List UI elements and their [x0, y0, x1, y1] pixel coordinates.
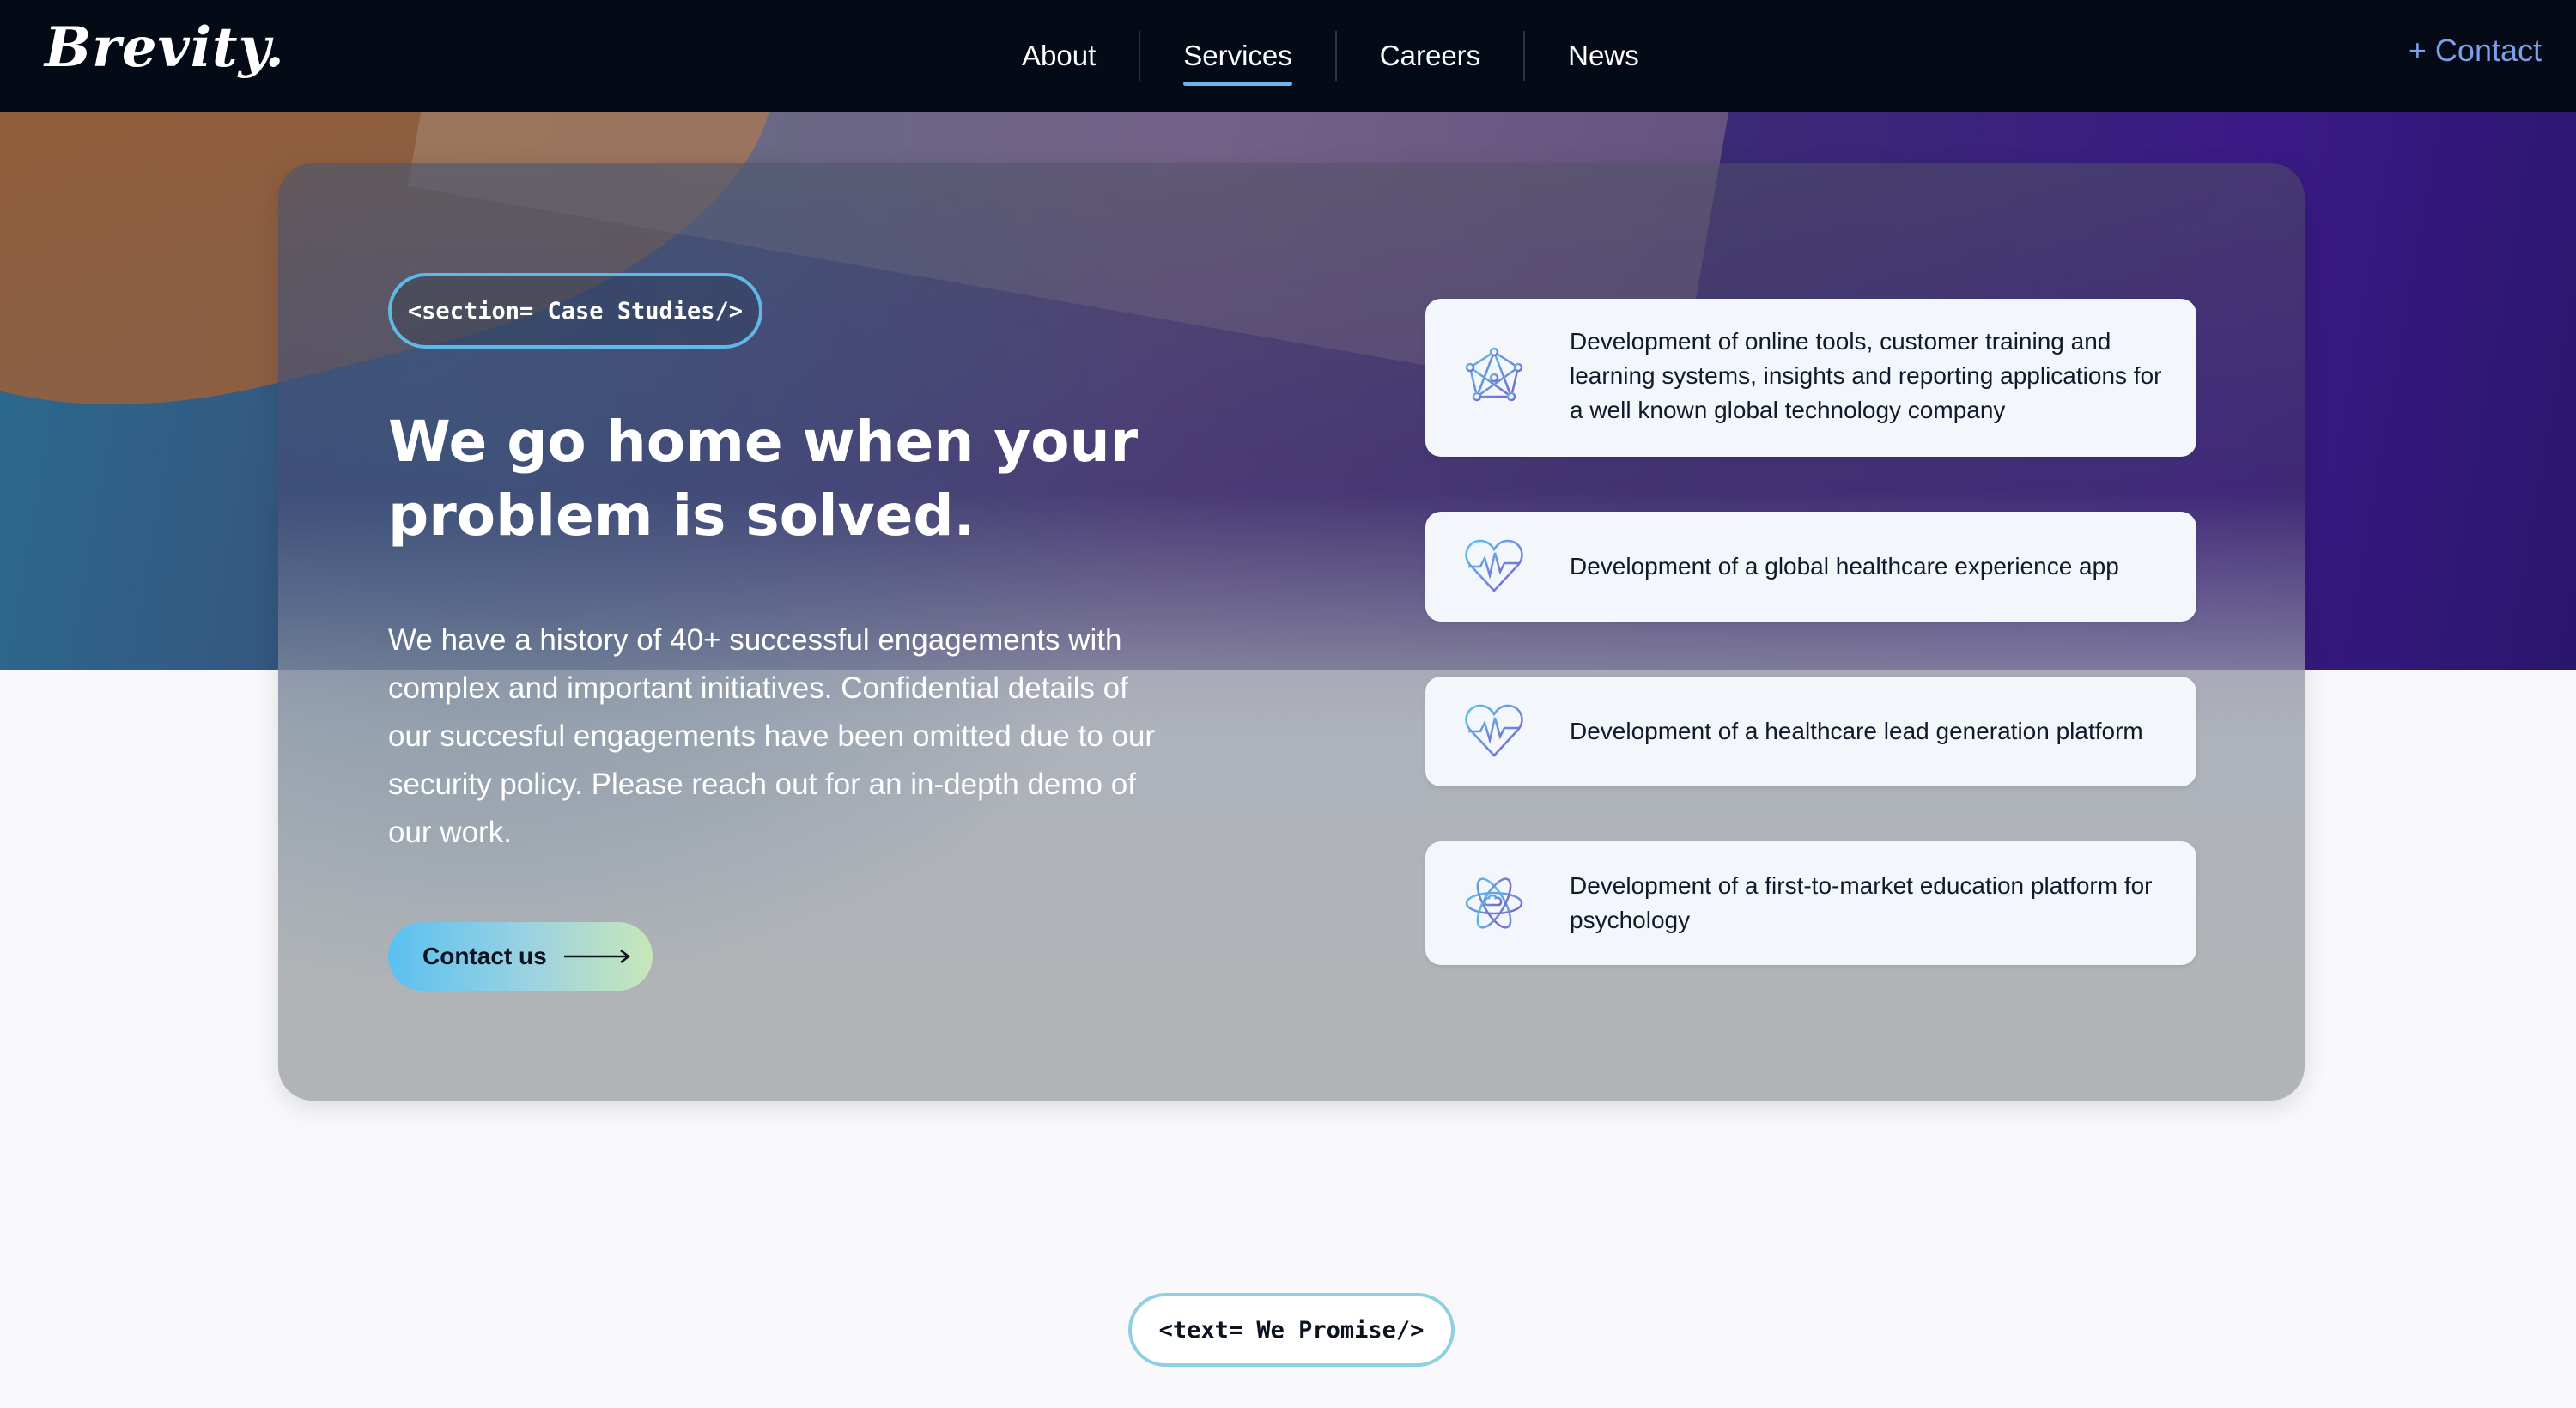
case-study-text: Development of a first-to-market educati…: [1570, 872, 2153, 933]
intro-paragraph: We have a history of 40+ successful enga…: [388, 623, 1156, 849]
top-navigation: Brevity. About Services Careers News + C…: [0, 0, 2576, 112]
case-study-text: Development of a healthcare lead generat…: [1570, 718, 2143, 744]
headline-line-2: problem is solved.: [388, 482, 975, 549]
nav-link-careers[interactable]: Careers: [1337, 39, 1523, 72]
arrow-right-icon: [563, 950, 630, 963]
nav-link-news[interactable]: News: [1525, 39, 1682, 72]
section-tag: <section= Case Studies/>: [388, 273, 762, 349]
case-study-item[interactable]: Development of a first-to-market educati…: [1425, 841, 2196, 965]
heartbeat-icon: [1465, 539, 1523, 592]
contact-link[interactable]: + Contact: [2409, 33, 2542, 69]
atom-brain-icon: [1465, 877, 1523, 929]
nav-link-about[interactable]: About: [979, 39, 1139, 72]
case-study-text: Development of a global healthcare exper…: [1570, 553, 2119, 580]
nav-links: About Services Careers News: [979, 0, 1682, 112]
contact-us-label: Contact us: [422, 943, 547, 969]
case-study-item[interactable]: Development of a global healthcare exper…: [1425, 512, 2196, 622]
nav-link-services[interactable]: Services: [1140, 39, 1335, 86]
heartbeat-icon: [1465, 704, 1523, 757]
network-icon: [1465, 347, 1523, 402]
case-study-item[interactable]: Development of a healthcare lead generat…: [1425, 677, 2196, 786]
we-promise-tag: <text= We Promise/>: [1128, 1293, 1455, 1367]
headline-line-1: We go home when your: [388, 409, 1139, 475]
headline: We go home when your problem is solved.: [388, 405, 1161, 553]
contact-us-button[interactable]: Contact us: [388, 922, 653, 991]
case-studies-card: <section= Case Studies/> We go home when…: [278, 163, 2305, 1101]
case-study-text: Development of online tools, customer tr…: [1570, 328, 2162, 423]
case-study-item[interactable]: Development of online tools, customer tr…: [1425, 299, 2196, 457]
brand-logo[interactable]: Brevity.: [45, 15, 285, 80]
